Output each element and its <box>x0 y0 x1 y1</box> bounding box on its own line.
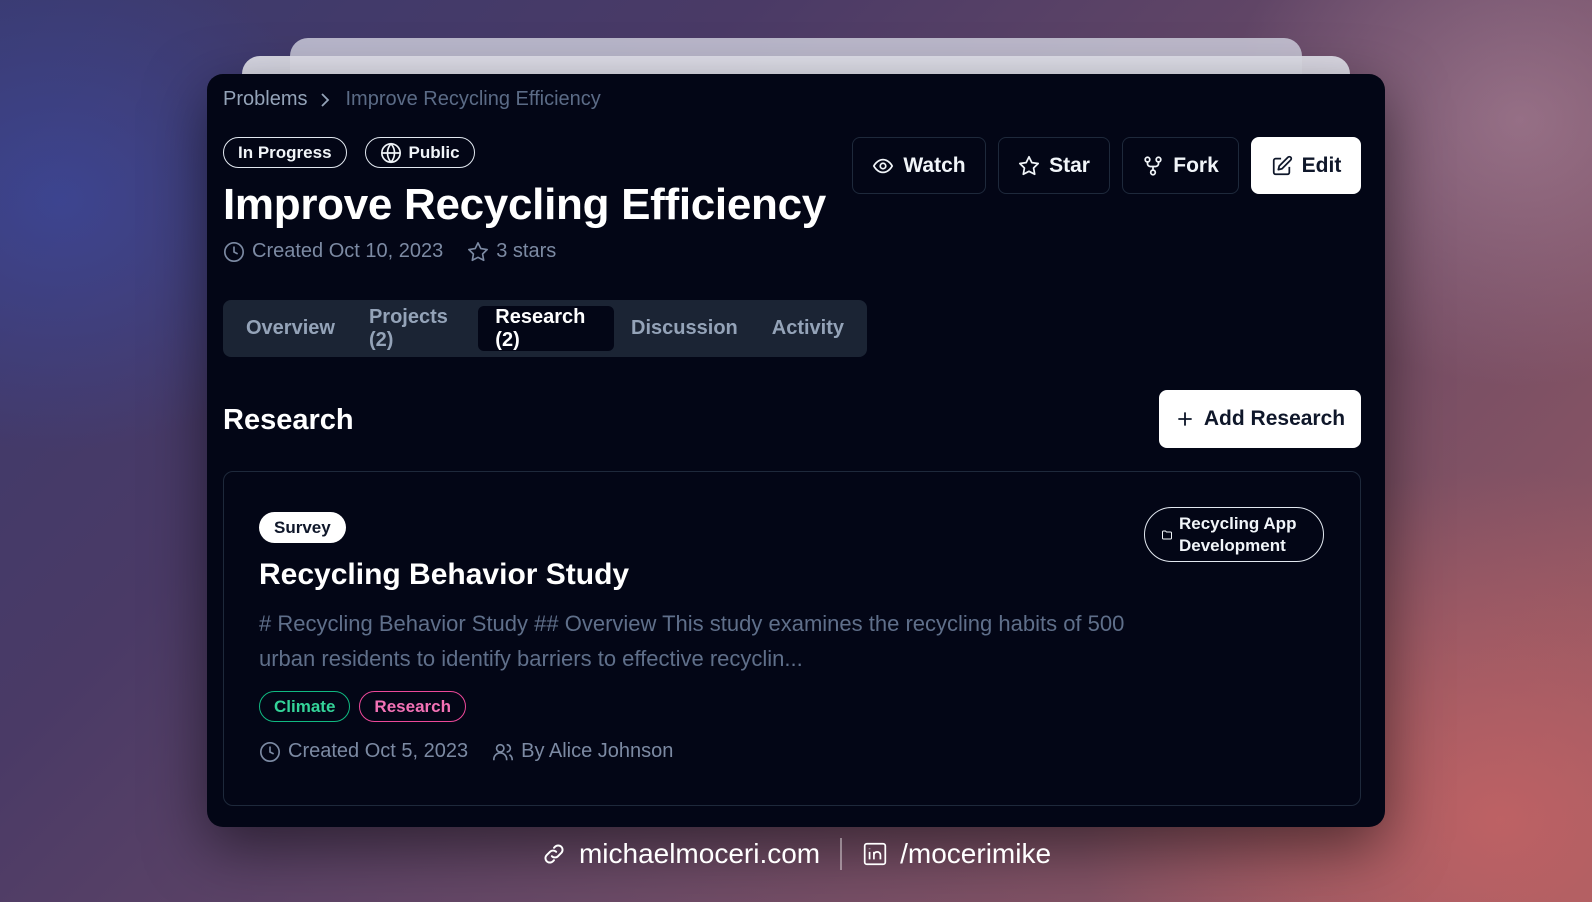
research-created-text: Created Oct 5, 2023 <box>288 740 469 762</box>
research-title[interactable]: Recycling Behavior Study <box>259 558 629 592</box>
clock-icon <box>223 241 245 263</box>
visibility-badge: Public <box>364 137 475 168</box>
research-card[interactable]: Survey Recycling App Development Recycli… <box>223 471 1361 806</box>
plus-icon <box>1175 409 1195 429</box>
star-button-label: Star <box>1049 153 1090 177</box>
footer-divider <box>840 838 843 870</box>
research-author-text: By Alice Johnson <box>521 740 674 762</box>
breadcrumb-root-link[interactable]: Problems <box>223 88 307 111</box>
watch-button-label: Watch <box>903 153 966 177</box>
project-link-badge[interactable]: Recycling App Development <box>1144 507 1324 562</box>
project-link-label-line1: Recycling App <box>1179 513 1297 533</box>
add-research-button[interactable]: Add Research <box>1159 390 1361 448</box>
app-window: Problems Improve Recycling Efficiency In… <box>207 74 1385 827</box>
footer-linkedin[interactable]: /mocerimike <box>862 838 1051 870</box>
fork-icon <box>1142 155 1164 177</box>
page-title: Improve Recycling Efficiency <box>223 180 826 229</box>
problem-badges: In Progress Public <box>223 137 475 168</box>
tab-bar: Overview Projects (2) Research (2) Discu… <box>223 300 867 357</box>
tab-discussion[interactable]: Discussion <box>614 306 755 351</box>
star-icon <box>1018 155 1040 177</box>
folder-icon <box>1161 529 1173 541</box>
users-icon <box>492 741 514 763</box>
edit-button[interactable]: Edit <box>1251 137 1361 194</box>
problem-actions: Watch Star Fork Edit <box>852 137 1361 194</box>
watch-button[interactable]: Watch <box>852 137 986 194</box>
star-count: 3 stars <box>467 240 556 263</box>
star-button[interactable]: Star <box>998 137 1110 194</box>
research-created-date: Created Oct 5, 2023 <box>259 740 468 763</box>
research-description: # Recycling Behavior Study ## Overview T… <box>259 611 1125 671</box>
research-meta: Created Oct 5, 2023 By Alice Johnson <box>259 740 673 763</box>
tag-climate[interactable]: Climate <box>259 691 351 722</box>
research-author: By Alice Johnson <box>492 740 673 763</box>
tab-projects[interactable]: Projects (2) <box>352 306 478 351</box>
add-research-label: Add Research <box>1203 407 1346 430</box>
chevron-right-icon <box>319 92 331 108</box>
tab-overview[interactable]: Overview <box>229 306 352 351</box>
breadcrumb: Problems Improve Recycling Efficiency <box>223 88 601 111</box>
research-type-badge: Survey <box>259 512 346 543</box>
globe-icon <box>380 142 402 164</box>
visibility-badge-label: Public <box>408 142 460 162</box>
footer-website-text: michaelmoceri.com <box>578 838 821 869</box>
section-title: Research <box>223 404 354 436</box>
footer: michaelmoceri.com /mocerimike <box>0 838 1592 870</box>
edit-icon <box>1271 155 1293 177</box>
edit-button-label: Edit <box>1301 153 1342 177</box>
clock-icon <box>259 741 281 763</box>
created-date-text: Created Oct 10, 2023 <box>252 240 444 262</box>
linkedin-icon <box>862 841 888 867</box>
tab-activity[interactable]: Activity <box>755 306 861 351</box>
footer-website[interactable]: michaelmoceri.com <box>541 838 820 870</box>
project-link-label-line2: Development <box>1179 535 1286 555</box>
tag-research[interactable]: Research <box>359 691 466 722</box>
eye-icon <box>872 155 894 177</box>
project-link-label: Recycling App Development <box>1179 513 1296 557</box>
fork-button[interactable]: Fork <box>1122 137 1239 194</box>
fork-button-label: Fork <box>1173 153 1219 177</box>
research-tags: Climate Research <box>259 691 466 722</box>
status-badge-label: In Progress <box>238 142 332 162</box>
star-icon <box>467 241 489 263</box>
created-date: Created Oct 10, 2023 <box>223 240 443 263</box>
tab-research[interactable]: Research (2) <box>478 306 615 351</box>
star-count-text: 3 stars <box>496 240 557 262</box>
breadcrumb-current: Improve Recycling Efficiency <box>345 88 601 110</box>
footer-linkedin-text: /mocerimike <box>900 838 1052 869</box>
problem-meta: Created Oct 10, 2023 3 stars <box>223 240 556 263</box>
status-badge: In Progress <box>223 137 347 168</box>
link-icon <box>541 841 567 867</box>
